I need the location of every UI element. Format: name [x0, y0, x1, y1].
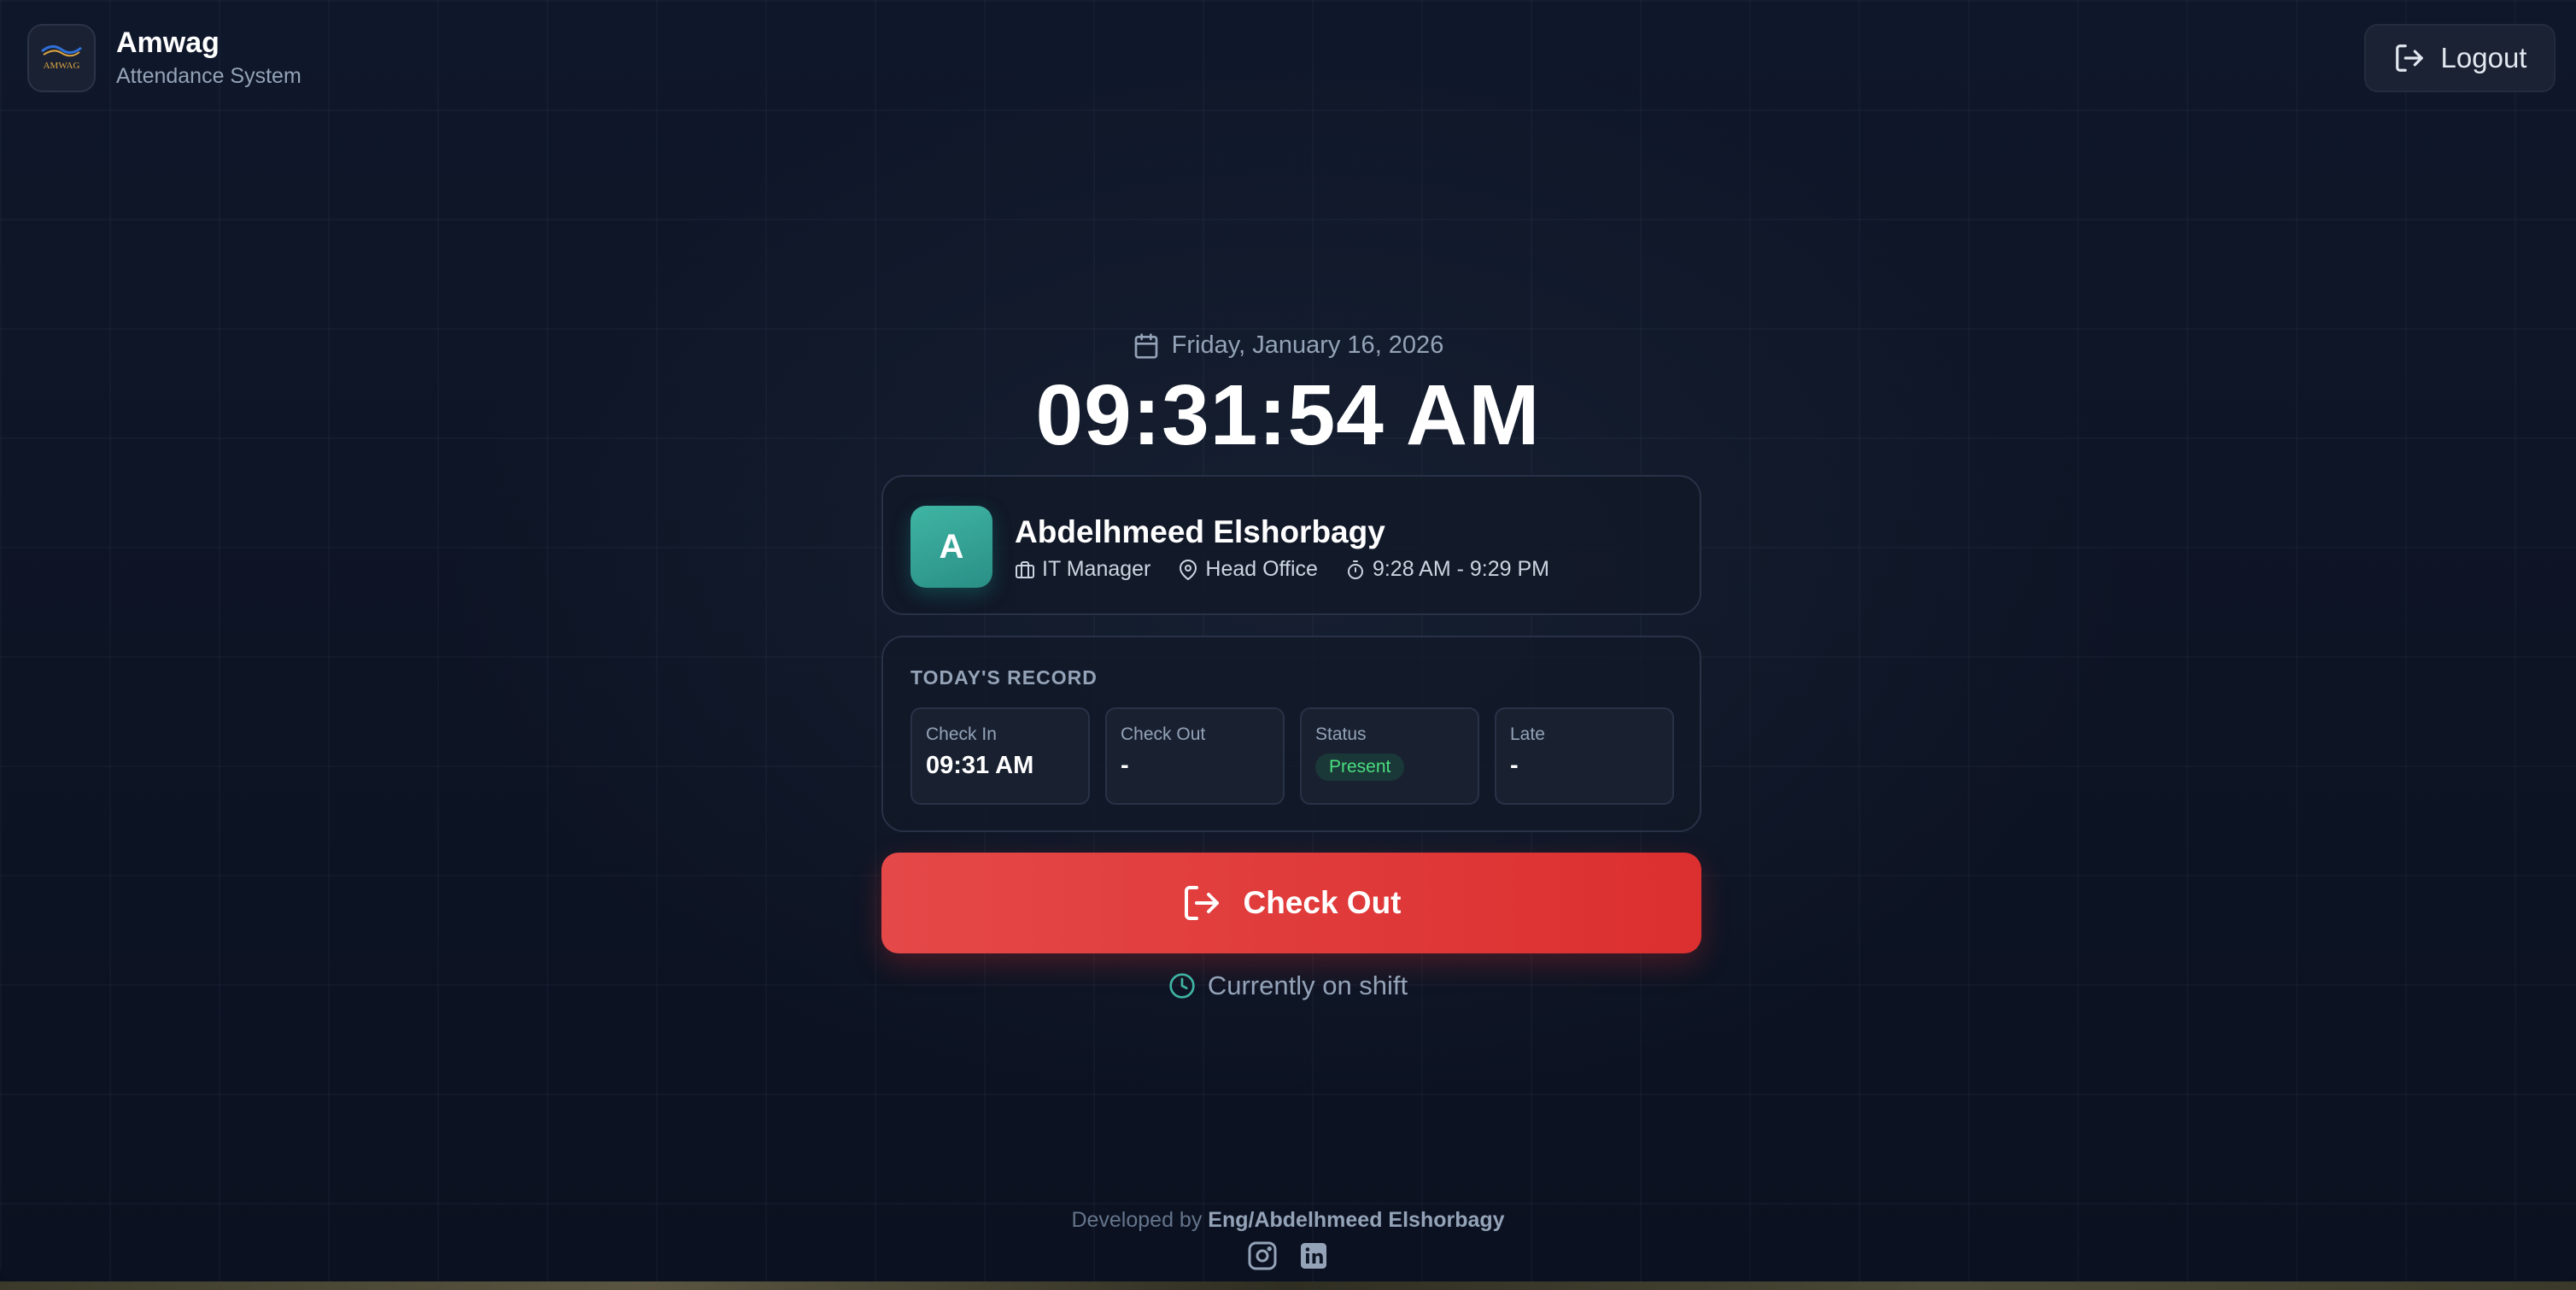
status-label: Status — [1315, 724, 1367, 744]
employee-role-text: IT Manager — [1042, 557, 1151, 581]
shift-status-text: Currently on shift — [1207, 970, 1408, 1000]
app-window: AMWAG Amwag Attendance System Logout Fri… — [0, 0, 2576, 1281]
logo-icon: AMWAG — [41, 45, 82, 71]
record-grid: Check In 09:31 AM Check Out - Status Pre… — [910, 707, 1674, 805]
check-out-label: Check Out — [1121, 724, 1206, 744]
map-pin-icon — [1180, 559, 1197, 580]
employee-role: IT Manager — [1015, 557, 1150, 582]
logout-label: Logout — [2440, 42, 2527, 73]
instagram-link[interactable] — [1247, 1240, 1278, 1271]
record-title: TODAY'S RECORD — [910, 666, 1098, 689]
shift-status: Currently on shift — [0, 970, 2576, 1001]
brand-name: Amwag — [116, 26, 220, 59]
avatar: A — [910, 506, 992, 588]
social-links — [0, 1240, 2576, 1271]
brand-logo: AMWAG — [27, 24, 96, 92]
clock-icon — [1169, 973, 1195, 999]
developed-by-text: Developed by — [1071, 1208, 1203, 1232]
late-value: - — [1510, 752, 1519, 779]
check-in-label: Check In — [926, 724, 997, 744]
date-text: Friday, January 16, 2026 — [1171, 331, 1444, 359]
linkedin-link[interactable] — [1298, 1240, 1329, 1271]
logout-button[interactable]: Logout — [2364, 24, 2556, 92]
developer-name: Eng/Abdelhmeed Elshorbagy — [1208, 1208, 1505, 1232]
check-out-button[interactable]: Check Out — [881, 853, 1701, 953]
briefcase-icon — [1016, 560, 1034, 578]
logo-text: AMWAG — [44, 61, 80, 71]
status-box: Status Present — [1300, 707, 1479, 805]
late-box: Late - — [1495, 707, 1674, 805]
check-out-label: Check Out — [1243, 885, 1402, 920]
check-in-value: 09:31 AM — [926, 752, 1034, 779]
logout-icon — [1185, 886, 1220, 920]
instagram-icon — [1248, 1241, 1277, 1270]
check-out-box: Check Out - — [1105, 707, 1285, 805]
employee-meta: IT Manager Head Office 9:28 AM - 9:29 PM — [1015, 557, 1577, 582]
clock-time: 09:31:54 AM — [1035, 367, 1541, 463]
desktop-background-strip — [0, 1281, 2576, 1290]
header-brand: AMWAG Amwag Attendance System — [27, 24, 302, 92]
date-display: Friday, January 16, 2026 — [0, 331, 2576, 360]
status-badge: Present — [1315, 753, 1405, 781]
timer-icon — [1347, 560, 1363, 579]
employee-location: Head Office — [1178, 557, 1318, 582]
employee-shift: 9:28 AM - 9:29 PM — [1345, 557, 1549, 582]
late-label: Late — [1510, 724, 1545, 744]
linkedin-icon — [1301, 1243, 1326, 1269]
employee-name: Abdelhmeed Elshorbagy — [1015, 514, 1385, 549]
todays-record-card: TODAY'S RECORD Check In 09:31 AM Check O… — [881, 636, 1701, 832]
brand-text: Amwag Attendance System — [116, 26, 302, 91]
logout-icon — [2395, 44, 2423, 72]
footer-credit: Developed by Eng/Abdelhmeed Elshorbagy — [0, 1208, 2576, 1233]
employee-location-text: Head Office — [1205, 557, 1318, 581]
profile-card: A Abdelhmeed Elshorbagy IT Manager Head … — [881, 475, 1701, 615]
calendar-icon — [1134, 332, 1158, 359]
check-out-value: - — [1121, 752, 1129, 779]
brand-subtitle: Attendance System — [116, 64, 302, 88]
check-in-box: Check In 09:31 AM — [910, 707, 1090, 805]
employee-shift-text: 9:28 AM - 9:29 PM — [1372, 557, 1549, 581]
